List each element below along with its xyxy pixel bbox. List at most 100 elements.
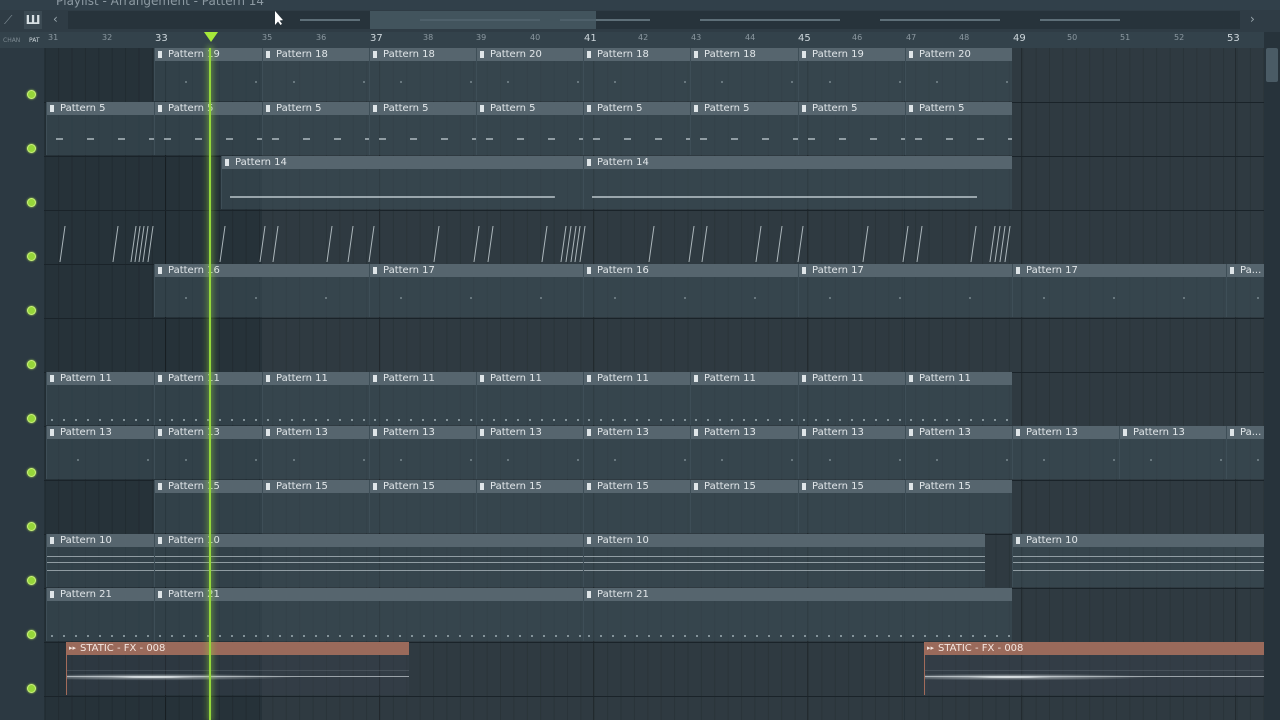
pattern-clip[interactable]: Pattern 17 <box>798 264 1012 317</box>
pattern-clip[interactable]: Pattern 18 <box>583 48 690 101</box>
pattern-clip[interactable]: Pattern 10 <box>583 534 985 587</box>
pattern-clip[interactable]: Pattern 15 <box>905 480 1012 533</box>
playhead-marker[interactable] <box>204 32 218 42</box>
track-mute-button[interactable] <box>27 90 36 99</box>
bar-number: 31 <box>48 33 59 42</box>
draw-tool-icon[interactable]: ⟋ <box>4 13 12 28</box>
track-mute-button[interactable] <box>27 306 36 315</box>
pattern-clip[interactable]: Pattern 5 <box>690 102 798 155</box>
pattern-clip[interactable]: Pa... <box>1226 426 1264 479</box>
pattern-clip[interactable]: Pa... <box>1226 264 1264 317</box>
playlist-tracks[interactable]: Pattern 19 Pattern 18 Pattern 18 Pattern 20… <box>44 48 1264 720</box>
pattern-clip[interactable]: Pattern 5 <box>369 102 476 155</box>
audio-clip[interactable]: STATIC - FX - 008 <box>924 642 1264 695</box>
pattern-clip[interactable]: Pattern 15 <box>154 480 262 533</box>
pattern-clip[interactable]: Pattern 18 <box>369 48 476 101</box>
pattern-clip[interactable]: Pattern 20 <box>905 48 1012 101</box>
pattern-clip[interactable]: Pattern 19 <box>798 48 905 101</box>
pattern-clip[interactable]: Pattern 11 <box>154 372 262 425</box>
pattern-clip[interactable]: Pattern 13 <box>262 426 369 479</box>
clip-label: Pattern 10 <box>47 534 154 547</box>
vertical-scroll-thumb[interactable] <box>1266 48 1278 82</box>
clip-note-preview <box>47 602 154 641</box>
scroll-left-button[interactable]: ‹ <box>53 12 58 26</box>
pattern-clip[interactable]: Pattern 13 <box>1119 426 1226 479</box>
pattern-clip[interactable]: Pattern 10 <box>1012 534 1264 587</box>
pattern-clip[interactable]: Pattern 11 <box>369 372 476 425</box>
snap-grid-icon[interactable]: Ш <box>24 11 42 29</box>
vertical-scrollbar[interactable] <box>1264 32 1280 720</box>
pattern-clip[interactable]: Pattern 18 <box>262 48 369 101</box>
pattern-clip[interactable]: Pattern 11 <box>46 372 154 425</box>
pattern-clip[interactable]: Pattern 13 <box>1012 426 1119 479</box>
pattern-clip[interactable]: Pattern 5 <box>262 102 369 155</box>
pattern-clip[interactable]: Pattern 16 <box>154 264 369 317</box>
scroll-right-button[interactable]: › <box>1250 12 1255 26</box>
pattern-clip[interactable]: Pattern 11 <box>262 372 369 425</box>
pattern-clip[interactable]: Pattern 11 <box>905 372 1012 425</box>
clip-note-preview <box>370 278 583 317</box>
clip-label: Pattern 13 <box>1013 426 1119 439</box>
playlist-overview[interactable] <box>68 11 1240 29</box>
pattern-clip[interactable]: Pattern 17 <box>1012 264 1226 317</box>
clip-note-preview <box>1013 548 1264 587</box>
pattern-clip[interactable]: Pattern 13 <box>154 426 262 479</box>
pattern-clip[interactable]: Pattern 13 <box>690 426 798 479</box>
pattern-clip[interactable]: Pattern 13 <box>905 426 1012 479</box>
track-mute-button[interactable] <box>27 252 36 261</box>
pattern-clip[interactable]: Pattern 13 <box>476 426 583 479</box>
clip-note-preview <box>691 116 798 155</box>
pattern-clip[interactable]: Pattern 5 <box>583 102 690 155</box>
pattern-clip[interactable]: Pattern 14 <box>583 156 1012 209</box>
pattern-clip[interactable]: Pattern 17 <box>369 264 583 317</box>
audio-clip[interactable]: STATIC - FX - 008 <box>66 642 409 695</box>
pattern-clip[interactable]: Pattern 14 <box>221 156 583 209</box>
pattern-clip[interactable]: Pattern 19 <box>154 48 262 101</box>
track-mute-button[interactable] <box>27 684 36 693</box>
pattern-clip[interactable]: Pattern 11 <box>690 372 798 425</box>
pattern-clip[interactable]: Pattern 15 <box>583 480 690 533</box>
track-mute-button[interactable] <box>27 576 36 585</box>
pattern-clip[interactable]: Pattern 11 <box>476 372 583 425</box>
pattern-clip[interactable]: Pattern 5 <box>905 102 1012 155</box>
track-mute-button[interactable] <box>27 360 36 369</box>
pattern-clip[interactable]: Pattern 10 <box>46 534 154 587</box>
pattern-clip[interactable]: Pattern 5 <box>154 102 262 155</box>
pattern-clip[interactable]: Pattern 15 <box>369 480 476 533</box>
pattern-clip[interactable]: Pattern 5 <box>46 102 154 155</box>
pattern-clip[interactable]: Pattern 21 <box>583 588 1012 641</box>
pattern-clip[interactable]: Pattern 15 <box>262 480 369 533</box>
pattern-clip[interactable]: Pattern 5 <box>798 102 905 155</box>
pattern-clip[interactable]: Pattern 10 <box>154 534 583 587</box>
clip-note-preview <box>477 494 583 533</box>
track-mute-button[interactable] <box>27 144 36 153</box>
clip-label: Pattern 15 <box>799 480 905 493</box>
pattern-clip[interactable]: Pattern 11 <box>798 372 905 425</box>
pattern-clip[interactable]: Pattern 21 <box>46 588 154 641</box>
track-mute-button[interactable] <box>27 630 36 639</box>
timeline-ruler[interactable]: 31 32 33 35 36 37 38 39 40 41 42 43 44 45 46 47 48 49 50 51… <box>0 32 1280 49</box>
pattern-clip[interactable]: Pattern 16 <box>583 264 798 317</box>
pattern-clip[interactable]: Pattern 11 <box>583 372 690 425</box>
pattern-clip[interactable]: Pattern 15 <box>690 480 798 533</box>
pattern-clip[interactable]: Pattern 15 <box>476 480 583 533</box>
pattern-clip[interactable]: Pattern 5 <box>476 102 583 155</box>
clip-label: Pattern 11 <box>477 372 583 385</box>
pattern-clip[interactable]: Pattern 13 <box>583 426 690 479</box>
pattern-clip[interactable]: Pattern 13 <box>798 426 905 479</box>
pat-label[interactable]: PAT <box>29 37 40 44</box>
overview-view-window[interactable] <box>370 11 596 29</box>
track-mute-button[interactable] <box>27 414 36 423</box>
bar-number: 45 <box>798 33 811 44</box>
pattern-clip[interactable]: Pattern 13 <box>369 426 476 479</box>
pattern-clip[interactable]: Pattern 15 <box>798 480 905 533</box>
track-mute-button[interactable] <box>27 468 36 477</box>
track-mute-button[interactable] <box>27 522 36 531</box>
track-mute-button[interactable] <box>27 198 36 207</box>
pattern-clip[interactable]: Pattern 13 <box>46 426 154 479</box>
clip-note-preview <box>584 116 690 155</box>
pattern-clip[interactable]: Pattern 21 <box>154 588 583 641</box>
track-row[interactable] <box>44 318 1264 373</box>
pattern-clip[interactable]: Pattern 18 <box>690 48 798 101</box>
pattern-clip[interactable]: Pattern 20 <box>476 48 583 101</box>
